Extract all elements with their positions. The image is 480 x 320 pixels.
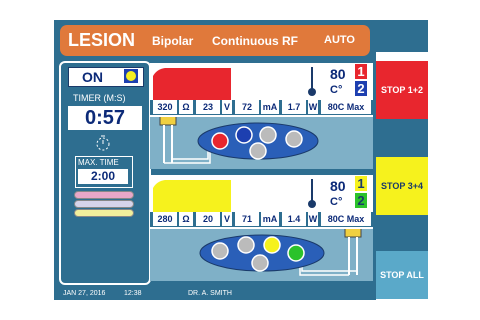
- rf-mode-label: Continuous RF: [212, 34, 298, 48]
- watt-unit: W: [308, 100, 318, 114]
- channel-1-readouts: 320 Ω 23 V 72 mA 1.7 W 80C Max: [150, 100, 373, 115]
- stop-3-4-button[interactable]: STOP 3+4: [376, 157, 428, 215]
- max-temp-label: 80C Max: [321, 212, 371, 226]
- max-time-label: MAX. TIME: [78, 158, 119, 167]
- ma-unit: mA: [261, 212, 279, 226]
- probe-2-badge: 2: [355, 81, 367, 96]
- ohm-unit: Ω: [179, 100, 193, 114]
- bipolar-label: Bipolar: [152, 34, 194, 48]
- impedance-value: 320: [153, 100, 177, 114]
- probe-4-badge: 2: [355, 193, 367, 208]
- current-value: 71: [235, 212, 259, 226]
- volt-unit: V: [222, 100, 232, 114]
- channel-2-readouts: 280 Ω 20 V 71 mA 1.4 W 80C Max: [150, 212, 373, 227]
- stop-column-gap: [376, 215, 428, 251]
- channel-1-unit: C°: [330, 84, 343, 96]
- timer-label: TIMER (M:S): [73, 93, 126, 103]
- status-indicator-icon: [124, 69, 138, 83]
- stop-column-gap: [376, 119, 428, 157]
- probe-3-badge: 1: [355, 176, 367, 191]
- ma-unit: mA: [261, 100, 279, 114]
- ohm-unit: Ω: [179, 212, 193, 226]
- channel-1-temp-curve: [153, 68, 231, 100]
- channel-1-probe-diagram: [150, 117, 373, 169]
- power-value: 1.4: [282, 212, 306, 226]
- stop-1-2-button[interactable]: STOP 1+2: [376, 61, 428, 119]
- stop-all-button[interactable]: STOP ALL: [376, 251, 428, 299]
- pink-cable-icon: [74, 191, 134, 199]
- lavender-cable-icon: [74, 200, 134, 208]
- mode-header: LESION Bipolar Continuous RF AUTO: [60, 25, 370, 56]
- time-label: 12:38: [124, 290, 142, 297]
- mode-title: LESION: [68, 30, 136, 50]
- auto-label[interactable]: AUTO: [324, 34, 355, 46]
- control-panel: ON TIMER (M:S) 0:57 MAX. TIME 2:00: [59, 61, 151, 285]
- channel-2-temp: 80: [330, 178, 346, 194]
- max-time-box[interactable]: MAX. TIME 2:00: [75, 156, 133, 188]
- channel-2-temp-curve: [153, 180, 231, 212]
- thermometer-icon: [308, 67, 316, 96]
- date-label: JAN 27, 2016: [63, 290, 106, 297]
- probe-diagram-1-icon: [159, 117, 319, 164]
- thermometer-icon: [308, 179, 316, 208]
- stop-column-top: [376, 20, 428, 52]
- status-label: ON: [82, 69, 103, 85]
- stopwatch-icon: [96, 135, 110, 151]
- channel-2-panel: 80 C° 1 2 280 Ω 20 V 71 mA 1.4 W 80C Max: [150, 175, 373, 230]
- channel-2-unit: C°: [330, 196, 343, 208]
- channel-2-probe-diagram: [150, 229, 373, 281]
- voltage-value: 23: [196, 100, 220, 114]
- yellow-cable-icon: [74, 209, 134, 217]
- impedance-value: 280: [153, 212, 177, 226]
- current-value: 72: [235, 100, 259, 114]
- power-value: 1.7: [282, 100, 306, 114]
- watt-unit: W: [308, 212, 318, 226]
- on-toggle[interactable]: ON: [68, 67, 144, 87]
- channel-1-temp: 80: [330, 66, 346, 82]
- voltage-value: 20: [196, 212, 220, 226]
- volt-unit: V: [222, 212, 232, 226]
- timer-value: 0:57: [68, 106, 142, 130]
- channel-1-panel: 80 C° 1 2 320 Ω 23 V 72 mA 1.7 W 80C Max: [150, 63, 373, 118]
- probe-diagram-2-icon: [199, 229, 362, 276]
- probe-1-badge: 1: [355, 64, 367, 79]
- max-temp-label: 80C Max: [321, 100, 371, 114]
- doctor-label: DR. A. SMITH: [188, 290, 232, 297]
- max-time-value: 2:00: [78, 169, 128, 184]
